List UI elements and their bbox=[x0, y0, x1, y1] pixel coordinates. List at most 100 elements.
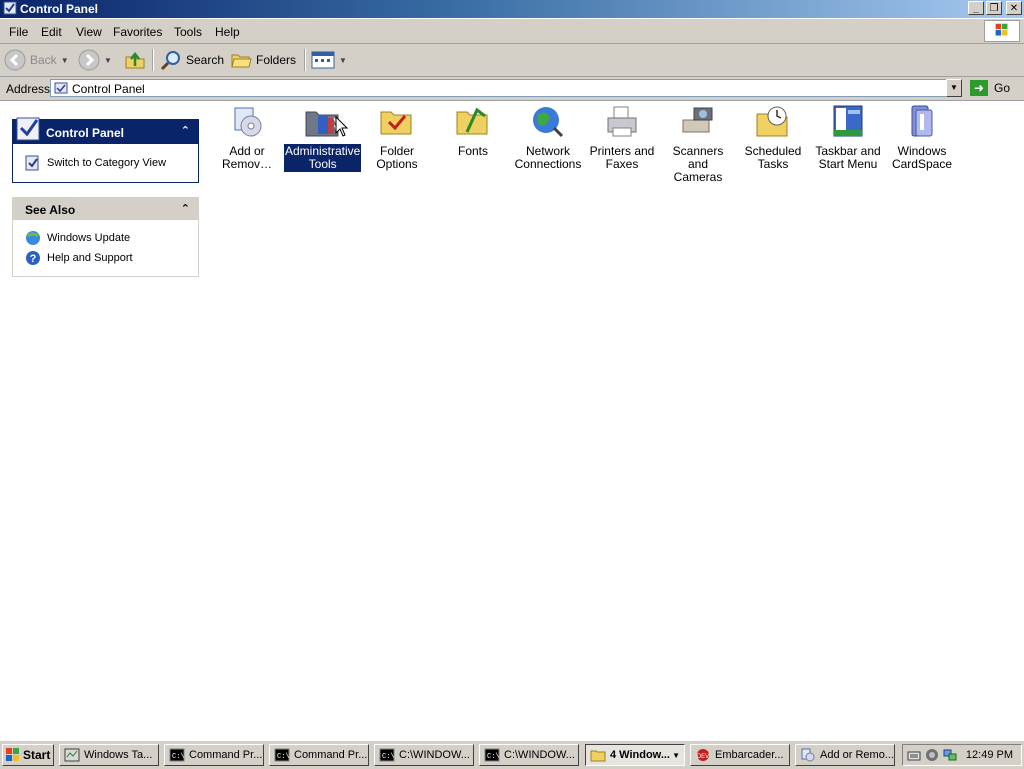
see-also-pane: See Also ⌃ Windows Update ? Help and Sup… bbox=[12, 197, 199, 277]
chevron-down-icon: ▼ bbox=[104, 55, 112, 65]
mouse-cursor-icon bbox=[335, 116, 349, 137]
address-value: Control Panel bbox=[72, 82, 145, 96]
add-remove-programs-icon bbox=[801, 748, 815, 762]
chevron-down-icon: ▼ bbox=[672, 750, 680, 760]
category-view-icon bbox=[25, 155, 39, 171]
taskbar-start-menu-icon bbox=[833, 105, 863, 137]
scanners-cameras-icon bbox=[682, 107, 713, 133]
taskbar-button-command-prompt-1[interactable]: C:\ Command Pr... bbox=[164, 744, 264, 766]
svg-text:C:\: C:\ bbox=[172, 753, 185, 761]
back-arrow-icon bbox=[4, 49, 26, 71]
taskbar-button-cmd-window-2[interactable]: C:\ C:\WINDOW... bbox=[479, 744, 579, 766]
folder-options-icon bbox=[380, 111, 412, 135]
address-label: Address bbox=[6, 82, 51, 96]
svg-text:DEV: DEV bbox=[697, 754, 709, 760]
svg-text:C:\: C:\ bbox=[277, 753, 290, 761]
menu-help[interactable]: Help bbox=[215, 25, 240, 39]
search-button[interactable]: Search bbox=[160, 48, 224, 72]
windows-logo-icon bbox=[984, 20, 1020, 42]
network-connections-icon bbox=[533, 107, 564, 138]
menu-edit[interactable]: Edit bbox=[41, 25, 62, 39]
folder-icon bbox=[590, 750, 606, 762]
switch-category-view-link[interactable]: Switch to Category View bbox=[25, 155, 166, 171]
taskbar-button-command-prompt-2[interactable]: C:\ Command Pr... bbox=[269, 744, 369, 766]
taskbar-button-embarcadero[interactable]: DEV Embarcader... bbox=[690, 744, 790, 766]
start-button[interactable]: Start bbox=[2, 744, 54, 766]
command-prompt-icon: C:\ bbox=[484, 748, 500, 762]
scanners-cameras-item[interactable]: Scanners and Cameras bbox=[660, 104, 736, 185]
help-icon: ? bbox=[26, 251, 40, 265]
taskbar-start-menu-item[interactable]: Taskbar and Start Menu bbox=[810, 104, 886, 172]
title-bar: Control Panel _ ❐ ✕ bbox=[0, 0, 1024, 18]
fonts-folder-icon bbox=[456, 107, 488, 135]
menu-file[interactable]: File bbox=[9, 25, 28, 39]
taskbar-button-cmd-window-1[interactable]: C:\ C:\WINDOW... bbox=[374, 744, 474, 766]
taskbar-button-add-remove[interactable]: Add or Remo... bbox=[795, 744, 895, 766]
add-remove-programs-item[interactable]: Add or Remov… bbox=[209, 104, 285, 172]
toolbar: Back ▼ ▼ Search Folders ▼ bbox=[0, 44, 1024, 77]
go-arrow-icon: ➜ bbox=[970, 80, 988, 96]
printers-faxes-icon bbox=[607, 106, 637, 137]
keyboard-icon[interactable] bbox=[907, 748, 921, 762]
clock[interactable]: 12:49 PM bbox=[966, 749, 1013, 761]
system-tray: 12:49 PM bbox=[902, 744, 1022, 766]
minimize-button[interactable]: _ bbox=[968, 1, 984, 15]
forward-arrow-icon bbox=[78, 49, 100, 71]
collapse-chevron-icon[interactable]: ⌃ bbox=[181, 202, 190, 215]
network-connections-item[interactable]: Network Connections bbox=[510, 104, 586, 172]
control-panel-icon bbox=[16, 117, 40, 141]
scheduled-tasks-item[interactable]: Scheduled Tasks bbox=[735, 104, 811, 172]
windows-logo-icon bbox=[6, 748, 19, 761]
fonts-item[interactable]: Fonts bbox=[435, 104, 511, 159]
menu-bar: File Edit View Favorites Tools Help bbox=[0, 19, 1024, 44]
control-panel-icon bbox=[54, 82, 68, 94]
control-panel-icon bbox=[3, 1, 17, 15]
add-remove-programs-icon bbox=[234, 107, 262, 137]
svg-text:C:\: C:\ bbox=[382, 753, 395, 761]
taskbar-button-windows-task[interactable]: Windows Ta... bbox=[59, 744, 159, 766]
speaker-icon[interactable] bbox=[925, 748, 939, 762]
svg-text:C:\: C:\ bbox=[487, 753, 500, 761]
up-folder-icon bbox=[125, 51, 145, 69]
menu-view[interactable]: View bbox=[76, 25, 102, 39]
windows-update-icon bbox=[26, 231, 40, 245]
address-input[interactable]: Control Panel bbox=[50, 79, 962, 97]
scheduled-tasks-icon bbox=[756, 106, 788, 137]
control-panel-pane-header[interactable]: Control Panel ⌃ bbox=[13, 117, 198, 144]
folders-icon bbox=[231, 54, 252, 68]
forward-button[interactable]: ▼ bbox=[78, 48, 112, 72]
embarcadero-icon: DEV bbox=[697, 749, 709, 761]
address-bar: Address Control Panel ▼ ➜ Go bbox=[0, 77, 1024, 101]
close-button[interactable]: ✕ bbox=[1006, 1, 1022, 15]
folder-options-item[interactable]: Folder Options bbox=[359, 104, 435, 172]
go-button[interactable]: ➜ Go bbox=[970, 79, 1010, 97]
windows-update-link[interactable]: Windows Update bbox=[25, 230, 130, 246]
folders-button[interactable]: Folders bbox=[230, 48, 296, 72]
help-support-link[interactable]: ? Help and Support bbox=[25, 250, 133, 266]
menu-favorites[interactable]: Favorites bbox=[113, 25, 162, 39]
administrative-tools-item[interactable]: Administrative Tools bbox=[284, 104, 362, 172]
svg-text:?: ? bbox=[30, 253, 37, 265]
see-also-pane-header[interactable]: See Also ⌃ bbox=[13, 198, 198, 220]
command-prompt-icon: C:\ bbox=[169, 748, 185, 762]
network-status-icon[interactable] bbox=[943, 748, 957, 762]
control-panel-pane: Control Panel ⌃ Switch to Category View bbox=[12, 117, 199, 183]
address-dropdown-button[interactable]: ▼ bbox=[946, 79, 962, 97]
taskbar: Start Windows Ta... C:\ Command Pr... C:… bbox=[0, 740, 1024, 769]
chevron-down-icon: ▼ bbox=[339, 55, 347, 65]
windows-cardspace-icon bbox=[911, 105, 933, 137]
command-prompt-icon: C:\ bbox=[274, 748, 290, 762]
up-folder-button[interactable] bbox=[124, 48, 146, 72]
views-icon bbox=[311, 51, 335, 69]
menu-tools[interactable]: Tools bbox=[174, 25, 202, 39]
views-button[interactable]: ▼ bbox=[311, 48, 347, 72]
taskbar-button-explorer-group[interactable]: 4 Window... ▼ bbox=[585, 744, 685, 766]
printers-faxes-item[interactable]: Printers and Faxes bbox=[584, 104, 660, 172]
back-button[interactable]: Back ▼ bbox=[4, 48, 69, 72]
collapse-chevron-icon[interactable]: ⌃ bbox=[181, 124, 190, 137]
windows-cardspace-item[interactable]: Windows CardSpace bbox=[884, 104, 960, 172]
task-manager-icon bbox=[64, 748, 80, 762]
restore-button[interactable]: ❐ bbox=[986, 1, 1002, 15]
window-title: Control Panel bbox=[20, 2, 99, 16]
chevron-down-icon: ▼ bbox=[60, 55, 69, 65]
